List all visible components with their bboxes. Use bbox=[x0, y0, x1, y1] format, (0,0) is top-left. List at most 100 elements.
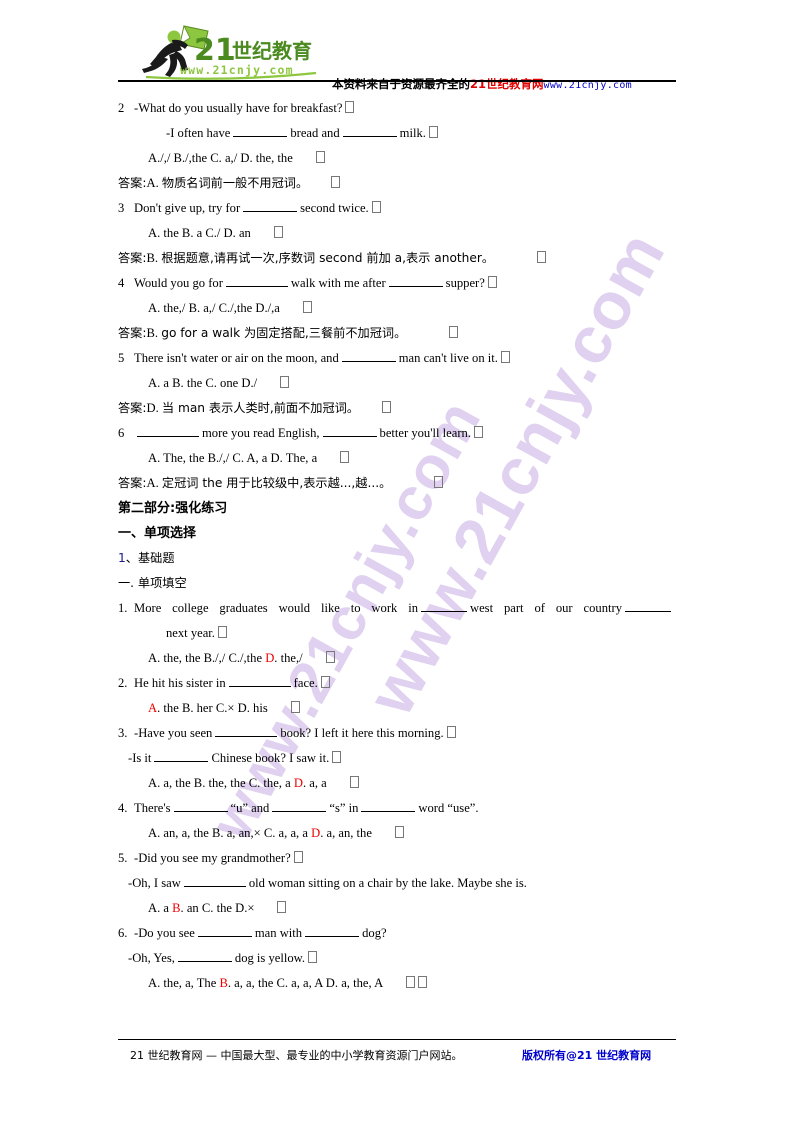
option-line: A. the, the B./,/ C./,the D. the,/ bbox=[118, 646, 680, 671]
question-text: west part of our country bbox=[470, 601, 622, 615]
document-page: www.21cnjy.com www.21cnjy.com 21 世纪教育 ww… bbox=[0, 0, 794, 1123]
answer-blank[interactable] bbox=[215, 725, 278, 737]
control-char-box bbox=[308, 951, 318, 963]
question-text: He hit his sister in bbox=[134, 676, 226, 690]
option-line: A. a B. an C. the D.× bbox=[118, 896, 680, 921]
option-text: A. a, the B. the, the C. the, a bbox=[148, 776, 294, 790]
answer-blank[interactable] bbox=[421, 600, 467, 612]
question-text: book? I left it here this morning. bbox=[280, 726, 444, 740]
answer-letter: A. bbox=[146, 176, 159, 190]
answer-blank[interactable] bbox=[183, 875, 246, 887]
control-char-box bbox=[537, 251, 547, 263]
question-text: walk with me after bbox=[290, 276, 386, 290]
question-line: -Oh, I saw old woman sitting on a chair b… bbox=[118, 871, 680, 896]
answer-line: 答案:A. 定冠词 the 用于比较级中,表示越...,越...。 bbox=[118, 471, 680, 496]
question-text: Chinese book? I saw it. bbox=[211, 751, 330, 765]
answer-blank[interactable] bbox=[177, 950, 232, 962]
answer-blank[interactable] bbox=[225, 275, 288, 287]
control-char-box bbox=[273, 226, 283, 238]
footer-copyright[interactable]: 版权所有@21 世纪教育网 bbox=[522, 1048, 651, 1064]
control-char-box bbox=[382, 401, 392, 413]
question-line: next year. bbox=[118, 621, 680, 646]
question-line: 2 -What do you usually have for breakfast… bbox=[118, 96, 680, 121]
option-text: A. an, a, the B. a, an,× C. a, a, a bbox=[148, 826, 312, 840]
answer-blank[interactable] bbox=[228, 675, 291, 687]
answer-blank[interactable] bbox=[388, 275, 443, 287]
control-char-box bbox=[500, 351, 510, 363]
answer-blank[interactable] bbox=[322, 425, 377, 437]
question-line: 2. He hit his sister in face. bbox=[118, 671, 680, 696]
option-line: A./,/ B./,the C. a,/ D. the, the bbox=[118, 146, 680, 171]
subsection-heading: 一. 单项填空 bbox=[118, 576, 187, 590]
answer-letter: D. bbox=[146, 401, 159, 415]
question-text: more you read English, bbox=[202, 426, 320, 440]
control-char-box bbox=[345, 101, 355, 113]
option-text: A. the, the B./,/ C./,the bbox=[148, 651, 266, 665]
question-text: Don't give up, try for bbox=[134, 201, 241, 215]
control-char-box bbox=[418, 976, 428, 988]
answer-explanation: 当 man 表示人类时,前面不加冠词。 bbox=[161, 401, 360, 415]
answer-blank[interactable] bbox=[341, 350, 396, 362]
answer-blank[interactable] bbox=[272, 800, 327, 812]
option-text: . a, a bbox=[302, 776, 327, 790]
answer-line: 答案:D. 当 man 表示人类时,前面不加冠词。 bbox=[118, 396, 680, 421]
answer-explanation: 物质名词前一般不用冠词。 bbox=[161, 176, 309, 190]
control-char-box bbox=[487, 276, 497, 288]
option-text: A. the B. a C./ D. an bbox=[148, 226, 251, 240]
question-number: 2. bbox=[118, 676, 128, 690]
question-line: 1. More college graduates would like to w… bbox=[118, 596, 674, 621]
question-text: better you'll learn. bbox=[379, 426, 471, 440]
option-text: A. The, the B./,/ C. A, a D. The, a bbox=[148, 451, 318, 465]
option-line: A. an, a, the B. a, an,× C. a, a, a D. a… bbox=[118, 821, 680, 846]
option-text: . the B. her C.× D. his bbox=[157, 701, 268, 715]
answer-blank[interactable] bbox=[625, 600, 671, 612]
answer-explanation: 根据题意,请再试一次,序数词 second 前加 a,表示 another。 bbox=[161, 251, 495, 265]
option-line: A. a B. the C. one D./ bbox=[118, 371, 680, 396]
control-char-box bbox=[293, 851, 303, 863]
control-char-box bbox=[428, 126, 438, 138]
question-text: supper? bbox=[445, 276, 485, 290]
answer-blank[interactable] bbox=[197, 925, 252, 937]
question-number: 2 bbox=[118, 101, 125, 115]
option-line: A. a, the B. the, the C. the, a D. a, a bbox=[118, 771, 680, 796]
answer-blank[interactable] bbox=[243, 200, 298, 212]
question-text: -Have you seen bbox=[134, 726, 213, 740]
option-text: A. a bbox=[148, 901, 173, 915]
question-text: dog? bbox=[362, 926, 387, 940]
option-text: A. the,/ B. a,/ C./,the D./,a bbox=[148, 301, 280, 315]
control-char-box bbox=[434, 476, 444, 488]
control-char-box bbox=[315, 151, 325, 163]
option-text: . a, an, the bbox=[320, 826, 372, 840]
question-text: “u” and bbox=[230, 801, 270, 815]
answer-blank[interactable] bbox=[361, 800, 416, 812]
question-text: More college graduates would like to wor… bbox=[134, 601, 418, 615]
question-text: man can't live on it. bbox=[398, 351, 498, 365]
question-number: 6 bbox=[118, 426, 125, 440]
question-number: 5 bbox=[118, 351, 125, 365]
answer-line: 答案:B. go for a walk 为固定搭配,三餐前不加冠词。 bbox=[118, 321, 680, 346]
option-line: A. the B. her C.× D. his bbox=[118, 696, 680, 721]
answer-blank[interactable] bbox=[137, 425, 199, 437]
document-footer: 21 世纪教育网 — 中国最大型、最专业的中小学教育资源门户网站。 版权所有@2… bbox=[118, 1048, 680, 1068]
answer-blank[interactable] bbox=[233, 125, 288, 137]
logo-21cnjy: 21 世纪教育 www.21cnjy.com bbox=[138, 24, 328, 80]
question-line: 6 more you read English, better you'll lea… bbox=[118, 421, 680, 446]
control-char-box bbox=[302, 301, 312, 313]
answer-blank[interactable] bbox=[154, 750, 209, 762]
control-char-box bbox=[446, 726, 456, 738]
question-number: 4. bbox=[118, 801, 128, 815]
answer-blank[interactable] bbox=[342, 125, 397, 137]
question-number: 1. bbox=[118, 601, 128, 615]
answer-blank[interactable] bbox=[173, 800, 228, 812]
answer-blank[interactable] bbox=[305, 925, 360, 937]
option-text: A. the, a, The bbox=[148, 976, 220, 990]
part-heading: 第二部分:强化练习 bbox=[118, 501, 228, 516]
question-number: 3. bbox=[118, 726, 128, 740]
question-text: second twice. bbox=[300, 201, 369, 215]
answer-explanation: 定冠词 the 用于比较级中,表示越...,越...。 bbox=[161, 476, 392, 490]
option-text: . an C. the D.× bbox=[180, 901, 255, 915]
answer-letter: B. bbox=[146, 251, 159, 265]
answer-label: 答案: bbox=[118, 476, 147, 490]
question-line: 3 Don't give up, try for second twice. bbox=[118, 196, 680, 221]
option-text: A. a B. the C. one D./ bbox=[148, 376, 258, 390]
